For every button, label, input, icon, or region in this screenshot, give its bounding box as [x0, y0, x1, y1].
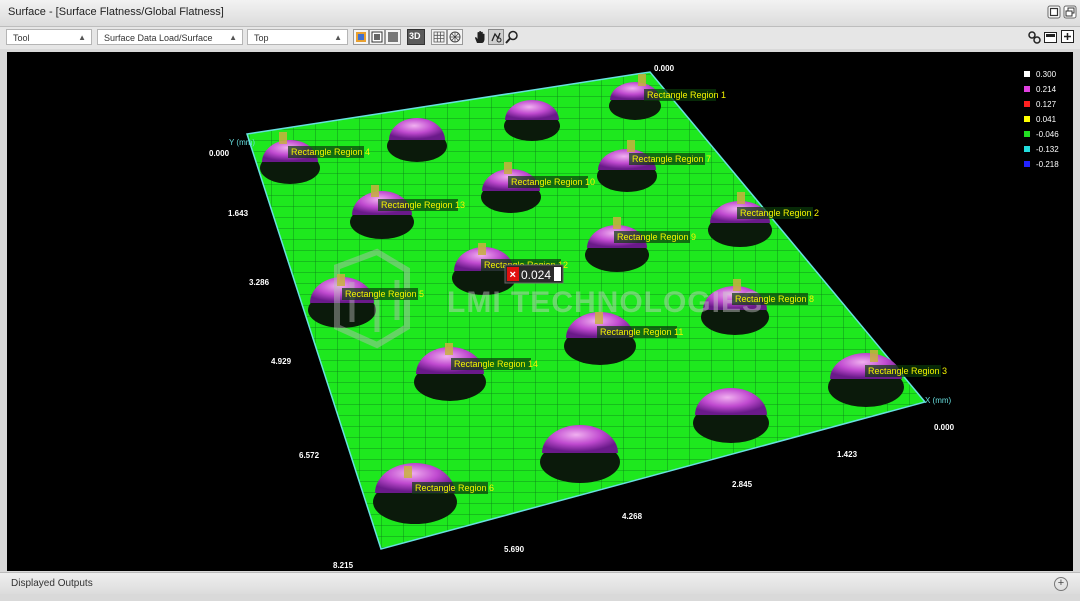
displayed-outputs-label: Displayed Outputs — [11, 578, 93, 589]
legend-item: 0.127 — [1024, 100, 1057, 109]
region-label: Rectangle Region 9 — [617, 232, 696, 242]
legend-value: -0.218 — [1036, 160, 1059, 169]
legend-value: 0.127 — [1036, 100, 1057, 109]
measurement-popup[interactable]: × 0.024 — [504, 264, 564, 284]
snapshot-icon[interactable] — [1043, 29, 1059, 45]
region-label: Rectangle Region 14 — [454, 359, 538, 369]
legend-item: -0.132 — [1024, 145, 1059, 154]
x-axis-label: X (mm) — [925, 396, 952, 405]
region-label: Rectangle Region 5 — [345, 289, 424, 299]
settings-link-icon[interactable] — [1026, 29, 1042, 45]
z-top-label: 0.000 — [654, 64, 675, 73]
window-title: Surface - [Surface Flatness/Global Flatn… — [8, 6, 224, 18]
chevron-down-icon: ▲︎ — [78, 33, 86, 42]
pan-hand-icon[interactable] — [472, 29, 488, 45]
legend-item: 0.214 — [1024, 85, 1057, 94]
y-tick: 4.929 — [271, 357, 292, 366]
3d-view-button[interactable]: 3D — [407, 29, 425, 45]
measurement-value: 0.024 — [521, 268, 551, 282]
grayscale-view-button[interactable] — [385, 29, 401, 45]
intensity-view-button[interactable] — [369, 29, 385, 45]
y-tick: 6.572 — [299, 451, 320, 460]
displayed-outputs-bar[interactable]: Displayed Outputs + — [0, 572, 1080, 594]
y-axis-label: Y (mm) — [229, 138, 255, 147]
legend-item: -0.218 — [1024, 160, 1059, 169]
3d-viewer[interactable]: LMI TECHNOLOGIES Rectangle Region 1 Rect… — [7, 52, 1073, 571]
legend-item: 0.041 — [1024, 115, 1057, 124]
region-label: Rectangle Region 4 — [291, 147, 370, 157]
x-tick: 0.000 — [934, 423, 955, 432]
region-label: Rectangle Region 1 — [647, 90, 726, 100]
data-source-select[interactable]: Surface Data Load/Surface ▲︎ — [97, 29, 243, 45]
x-tick: 4.268 — [622, 512, 643, 521]
region-label: Rectangle Region 6 — [415, 483, 494, 493]
tool-select-value: Tool — [13, 33, 30, 43]
y-tick: 3.286 — [249, 278, 270, 287]
legend-value: -0.132 — [1036, 145, 1059, 154]
svg-text:×: × — [510, 269, 516, 281]
add-output-icon[interactable]: + — [1054, 577, 1068, 591]
legend-item: -0.046 — [1024, 130, 1059, 139]
rotate-icon[interactable] — [488, 29, 504, 45]
tool-select[interactable]: Tool ▲︎ — [6, 29, 92, 45]
watermark-text: LMI TECHNOLOGIES — [447, 286, 763, 319]
3d-view-label: 3D — [409, 31, 421, 41]
grid-toggle-icon[interactable] — [431, 29, 447, 45]
region-label: Rectangle Region 10 — [511, 177, 595, 187]
legend-value: 0.214 — [1036, 85, 1057, 94]
region-label: Rectangle Region 8 — [735, 294, 814, 304]
chevron-down-icon: ▲︎ — [334, 33, 342, 42]
title-bar: Surface - [Surface Flatness/Global Flatn… — [0, 0, 1080, 27]
legend-value: 0.300 — [1036, 70, 1057, 79]
region-label: Rectangle Region 11 — [600, 327, 683, 337]
legend-item: 0.300 — [1024, 70, 1057, 79]
mesh-toggle-icon[interactable] — [447, 29, 463, 45]
view-select[interactable]: Top ▲︎ — [247, 29, 348, 45]
chevron-down-icon: ▲︎ — [229, 33, 237, 42]
restore-icon[interactable] — [1063, 5, 1077, 19]
region-label: Rectangle Region 3 — [868, 366, 947, 376]
region-label: Rectangle Region 13 — [381, 200, 465, 210]
region-label: Rectangle Region 7 — [632, 154, 711, 164]
region-label: Rectangle Region 2 — [740, 208, 819, 218]
legend-value: 0.041 — [1036, 115, 1057, 124]
toolbar: Tool ▲︎ Surface Data Load/Surface ▲︎ Top ▲︎… — [0, 27, 1080, 49]
heightmap-view-button[interactable] — [353, 29, 369, 45]
x-tick: 2.845 — [732, 480, 753, 489]
view-select-value: Top — [254, 33, 269, 43]
data-source-value: Surface Data Load/Surface — [104, 33, 213, 43]
y-tick: 1.643 — [228, 209, 249, 218]
maximize-icon[interactable] — [1047, 5, 1061, 19]
expand-icon[interactable] — [1060, 29, 1076, 45]
x-tick: 1.423 — [837, 450, 858, 459]
zoom-icon[interactable] — [504, 29, 520, 45]
y-tick: 8.215 — [333, 561, 354, 570]
color-legend: 0.300 0.214 0.127 0.041 -0.046 -0.132 -0… — [1024, 70, 1059, 169]
y-tick: 0.000 — [209, 149, 230, 158]
x-tick: 5.690 — [504, 545, 525, 554]
legend-value: -0.046 — [1036, 130, 1059, 139]
